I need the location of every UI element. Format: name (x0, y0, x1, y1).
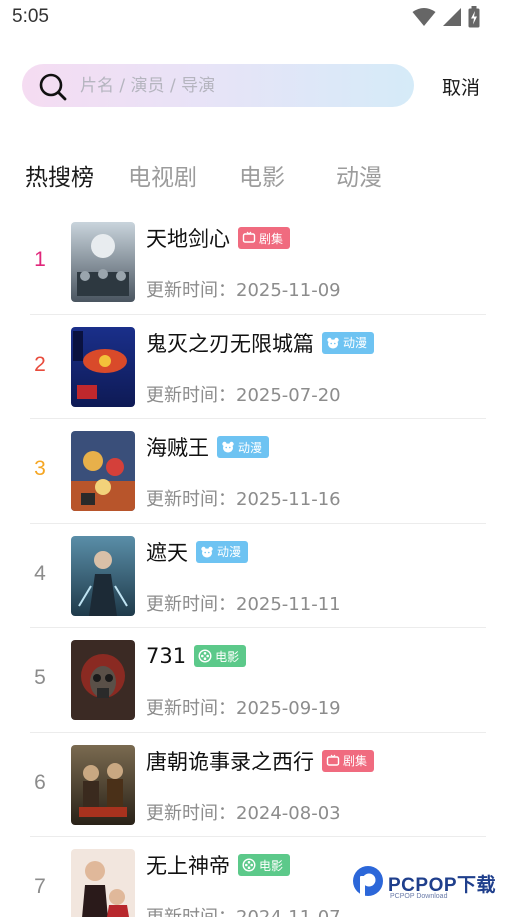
badge-label: 电影 (215, 649, 240, 664)
show-title: 无上神帝 (146, 854, 230, 878)
tab-hot-search[interactable]: 热搜榜 (25, 158, 94, 192)
update-time: 更新时间：2025-11-11 (146, 593, 341, 615)
pcpop-logo-icon (353, 866, 383, 900)
bear-icon (222, 441, 234, 453)
cancel-button[interactable]: 取消 (436, 72, 486, 100)
list-item[interactable]: 5 731 电影 更新时间：2025-09-19 (30, 628, 486, 733)
badge-label: 动漫 (217, 545, 242, 559)
category-badge: 电影 (238, 854, 291, 876)
category-badge: 动漫 (322, 331, 375, 354)
list-item[interactable]: 1 天地剑心 剧集 更新时间：2025-11-09 (30, 210, 486, 315)
title-row: 遮天 动漫 (146, 537, 249, 567)
rank-number: 2 (34, 352, 46, 376)
wifi-icon (412, 8, 436, 26)
poster-image (71, 326, 135, 407)
category-tabs: 热搜榜 电视剧 电影 动漫 (0, 158, 516, 198)
poster-image (71, 640, 135, 720)
update-time: 更新时间：2025-11-09 (146, 280, 341, 301)
category-badge: 动漫 (196, 540, 249, 563)
search-input[interactable] (80, 64, 400, 107)
poster-image (71, 744, 135, 825)
show-title: 唐朝诡事录之西行 (146, 749, 314, 774)
status-icons (412, 6, 480, 28)
title-row: 鬼灭之刃无限城篇 动漫 (146, 328, 375, 358)
title-row: 731 电影 (146, 641, 247, 671)
status-bar: 5:05 (0, 0, 516, 36)
bear-icon (201, 546, 213, 557)
poster-image (71, 222, 135, 302)
rank-number: 7 (34, 875, 46, 898)
show-title: 海贼王 (146, 436, 209, 460)
show-title: 天地剑心 (146, 227, 230, 251)
tab-anime[interactable]: 动漫 (336, 158, 382, 192)
update-time: 更新时间：2024-08-03 (146, 802, 341, 824)
category-badge: 电影 (194, 645, 247, 667)
badge-label: 剧集 (259, 231, 284, 246)
poster-image (71, 849, 135, 917)
badge-label: 电影 (259, 858, 284, 873)
show-title: 鬼灭之刃无限城篇 (146, 331, 314, 356)
film-reel-icon (198, 649, 212, 663)
search-icon (39, 73, 67, 101)
rank-number: 1 (34, 248, 46, 271)
list-item[interactable]: 6 唐朝诡事录之西行 剧集 更新时间：2024-08-03 (30, 733, 486, 837)
bear-icon (327, 337, 339, 348)
update-time: 更新时间：2025-07-20 (146, 384, 341, 406)
tv-icon (242, 231, 256, 243)
signal-icon (443, 8, 461, 26)
tab-tv-series[interactable]: 电视剧 (128, 158, 197, 192)
badge-label: 动漫 (238, 440, 263, 455)
status-time: 5:05 (12, 6, 49, 27)
tv-icon (326, 754, 340, 766)
title-row: 天地剑心 剧集 (146, 223, 291, 253)
rank-number: 5 (34, 666, 46, 689)
category-badge: 剧集 (322, 749, 375, 772)
update-time: 更新时间：2025-09-19 (146, 698, 341, 719)
film-reel-icon (242, 858, 256, 872)
badge-label: 剧集 (343, 754, 368, 768)
watermark-sub: PCPOP Download (390, 893, 448, 900)
update-time: 更新时间：2024-11-07 (146, 903, 341, 917)
tab-movies[interactable]: 电影 (239, 158, 285, 192)
poster-image (71, 431, 135, 511)
list-item[interactable]: 2 鬼灭之刃无限城篇 动漫 更新时间：2025-07-20 (30, 315, 486, 419)
update-time: 更新时间：2025-11-16 (146, 489, 341, 510)
badge-label: 动漫 (343, 336, 368, 350)
rank-number: 6 (34, 770, 46, 794)
list-item[interactable]: 3 海贼王 动漫 更新时间：2025-11-16 (30, 419, 486, 524)
rank-number: 4 (34, 561, 46, 585)
title-row: 无上神帝 电影 (146, 850, 291, 880)
search-bar (22, 64, 414, 107)
poster-image (71, 535, 135, 616)
title-row: 海贼王 动漫 (146, 432, 270, 462)
show-title: 遮天 (146, 540, 188, 565)
show-title: 731 (146, 644, 187, 668)
title-row: 唐朝诡事录之西行 剧集 (146, 746, 375, 776)
category-badge: 动漫 (217, 436, 270, 458)
category-badge: 剧集 (238, 227, 291, 249)
list-item[interactable]: 4 遮天 动漫 更新时间：2025-11-11 (30, 524, 486, 628)
rank-number: 3 (34, 457, 46, 480)
site-watermark: PCPOP下载 PCPOP Download (350, 862, 510, 906)
battery-charging-icon (468, 6, 480, 28)
